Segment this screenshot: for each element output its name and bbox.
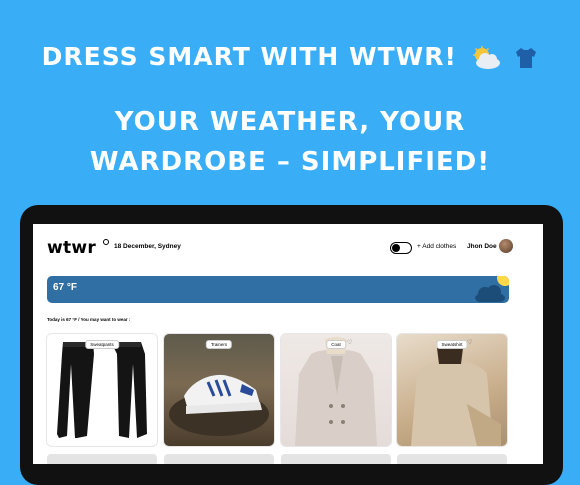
weather-temperature: 67 °F (53, 282, 78, 293)
item-tag: Sweatpants (85, 340, 119, 349)
add-clothes-button[interactable]: + Add clothes (417, 243, 456, 250)
banner-headline: DRESS SMART WITH WTWR! (0, 42, 580, 71)
cloud-icon (475, 285, 505, 302)
sun-behind-cloud-icon (472, 46, 500, 69)
coat-image (295, 337, 377, 446)
banner-subheadline: YOUR WEATHER, YOUR WARDROBE – SIMPLIFIED… (0, 102, 580, 182)
date-location: 18 December, Sydney (114, 243, 181, 250)
clothing-card-next[interactable] (47, 454, 157, 464)
item-tag: Coat (326, 340, 346, 349)
avatar[interactable] (499, 239, 513, 253)
trainers-image (169, 374, 269, 436)
user-name[interactable]: Jhon Doe (467, 243, 497, 250)
item-tag: Trainers (205, 340, 233, 349)
sweatpants-image (47, 334, 157, 446)
app-screen: wtwr 18 December, Sydney + Add clothes J… (33, 224, 543, 464)
item-tag: Sweatshirt (436, 340, 468, 349)
banner-line2b: WARDROBE – SIMPLIFIED! (89, 147, 491, 177)
banner-line1: DRESS SMART WITH WTWR! (41, 42, 457, 71)
clothing-card-trainers[interactable]: Trainers (164, 334, 274, 446)
clothing-card-next[interactable] (281, 454, 391, 464)
clothing-card-sweatpants[interactable]: Sweatpants (47, 334, 157, 446)
clothing-card-next[interactable] (397, 454, 507, 464)
app-logo[interactable]: wtwr (47, 238, 96, 258)
sweatshirt-image (411, 342, 501, 446)
clothing-card-next[interactable] (164, 454, 274, 464)
logo-dot-icon (103, 239, 109, 245)
heart-icon[interactable]: ♡ (347, 339, 352, 346)
clothing-card-coat[interactable]: Coat ♡ (281, 334, 391, 446)
tshirt-icon (516, 48, 537, 68)
wear-suggestion: Today is 67 °F / You may want to wear : (47, 317, 131, 322)
clothing-card-sweatshirt[interactable]: Sweatshirt ♡ (397, 334, 507, 446)
temperature-unit-toggle[interactable] (390, 242, 412, 254)
app-header: wtwr 18 December, Sydney + Add clothes J… (47, 238, 531, 264)
heart-icon[interactable]: ♡ (467, 339, 472, 346)
toggle-knob (392, 244, 400, 252)
weather-card: 67 °F (47, 276, 509, 303)
banner-line2a: YOUR WEATHER, YOUR (114, 107, 466, 137)
